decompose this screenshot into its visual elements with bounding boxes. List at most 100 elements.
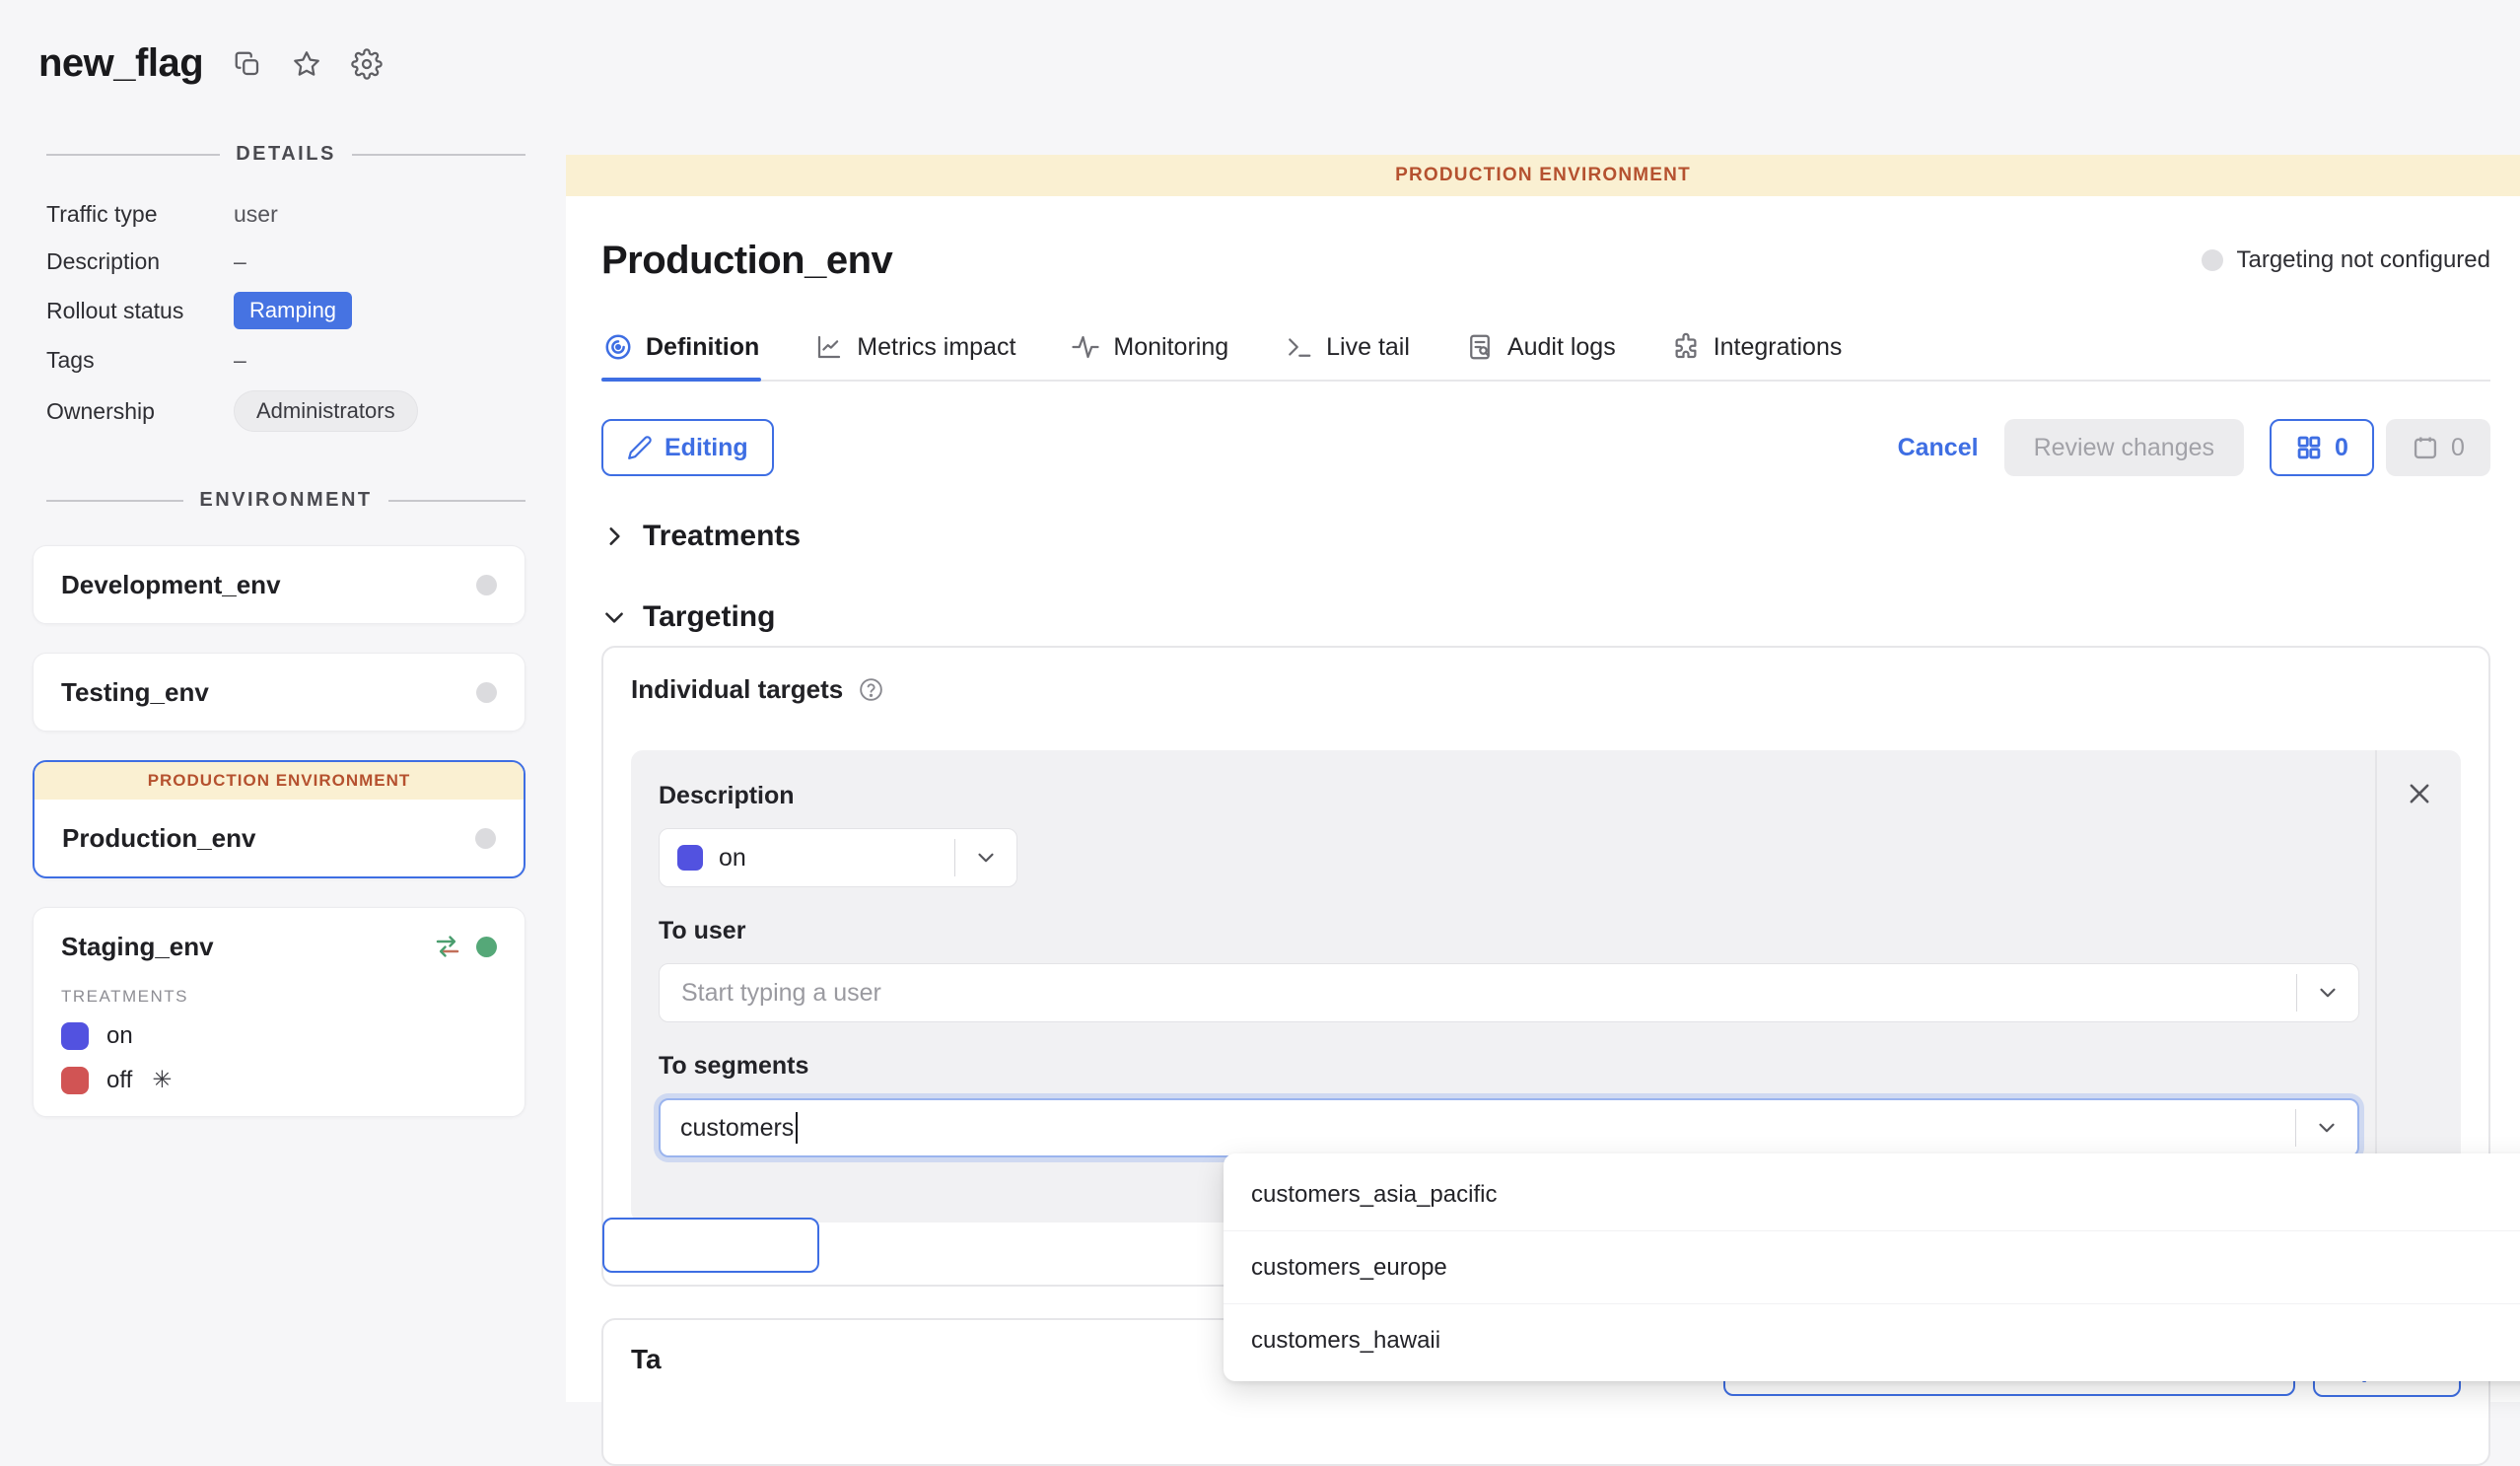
star-icon[interactable] xyxy=(292,49,321,79)
text-caret xyxy=(796,1112,798,1144)
tab-label: Metrics impact xyxy=(857,333,1015,362)
tab-label: Monitoring xyxy=(1113,333,1228,362)
schedule-counter-button[interactable]: 0 xyxy=(2386,419,2490,476)
puzzle-icon xyxy=(1671,332,1701,362)
env-name: Testing_env xyxy=(61,677,476,708)
chart-icon xyxy=(814,332,844,362)
segment-name: customers_asia_pacific xyxy=(1251,1181,2520,1209)
help-icon[interactable] xyxy=(858,676,884,703)
environment-heading-label: ENVIRONMENT xyxy=(199,489,372,512)
detail-label: Description xyxy=(46,248,234,275)
targeting-rules-heading: Ta xyxy=(631,1344,662,1375)
flag-name: new_flag xyxy=(38,41,203,86)
pulse-icon xyxy=(1071,332,1100,362)
segment-name: customers_hawaii xyxy=(1251,1327,2520,1355)
details-heading-label: DETAILS xyxy=(236,143,336,166)
detail-label: Traffic type xyxy=(46,201,234,228)
segment-option-europe[interactable]: customers_europe Large xyxy=(1224,1230,2520,1303)
detail-value: – xyxy=(234,248,246,275)
env-status-dot-active xyxy=(476,937,497,957)
detail-row-description: Description – xyxy=(46,244,525,278)
tab-metrics-impact[interactable]: Metrics impact xyxy=(812,330,1017,380)
to-user-field xyxy=(659,963,2359,1022)
segment-option-asia-pacific[interactable]: customers_asia_pacific Large xyxy=(1224,1158,2520,1230)
terminal-icon xyxy=(1284,332,1313,362)
gear-icon[interactable] xyxy=(351,48,383,80)
chevron-right-icon xyxy=(601,524,627,549)
add-individual-target-button[interactable] xyxy=(602,1218,819,1273)
env-card-development[interactable]: Development_env xyxy=(33,545,525,624)
details-rows: Traffic type user Description – Rollout … xyxy=(46,197,525,432)
treatment-on-swatch xyxy=(61,1022,89,1050)
changes-counter-button[interactable]: 0 xyxy=(2270,419,2374,476)
calendar-icon xyxy=(2412,434,2439,461)
env-status-dot xyxy=(476,575,497,595)
close-icon[interactable] xyxy=(2402,776,2437,811)
card-divider xyxy=(2375,750,2377,1222)
details-heading: DETAILS xyxy=(46,143,525,166)
tab-definition[interactable]: Definition xyxy=(601,330,761,380)
tab-label: Definition xyxy=(646,333,759,362)
segments-query-text: customers xyxy=(680,1114,794,1143)
segments-autocomplete-dropdown: customers_asia_pacific Large customers_e… xyxy=(1224,1153,2520,1381)
treatment-on-row: on xyxy=(61,1022,497,1050)
treatments-section-title: Treatments xyxy=(643,520,801,553)
tab-audit-logs[interactable]: Audit logs xyxy=(1463,330,1618,380)
cancel-button[interactable]: Cancel xyxy=(1898,434,1979,462)
changes-count: 0 xyxy=(2335,434,2348,462)
segment-name: customers_europe xyxy=(1251,1254,2520,1282)
env-card-testing[interactable]: Testing_env xyxy=(33,653,525,732)
environment-list: Development_env Testing_env PRODUCTION E… xyxy=(33,545,525,1117)
env-card-production[interactable]: PRODUCTION ENVIRONMENT Production_env xyxy=(33,760,525,878)
production-environment-banner: PRODUCTION ENVIRONMENT xyxy=(35,762,524,800)
tab-label: Audit logs xyxy=(1507,333,1616,362)
pencil-icon xyxy=(627,435,653,460)
targeting-section-header[interactable]: Targeting xyxy=(601,600,2490,634)
to-segments-field[interactable]: customers xyxy=(659,1098,2359,1157)
copy-icon[interactable] xyxy=(233,49,262,79)
user-input[interactable] xyxy=(679,978,2296,1009)
tab-integrations[interactable]: Integrations xyxy=(1669,330,1845,380)
tab-label: Integrations xyxy=(1714,333,1843,362)
targeting-section-title: Targeting xyxy=(643,600,775,634)
chevron-down-icon xyxy=(955,845,1016,871)
tab-label: Live tail xyxy=(1326,333,1410,362)
editing-label: Editing xyxy=(665,434,748,462)
detail-row-tags: Tags – xyxy=(46,343,525,377)
individual-targets-title: Individual targets xyxy=(631,674,843,705)
treatment-off-label: off xyxy=(106,1067,132,1094)
flag-header: new_flag xyxy=(0,0,548,86)
chevron-down-icon[interactable] xyxy=(2296,1115,2357,1141)
production-banner: PRODUCTION ENVIRONMENT xyxy=(566,155,2520,196)
detail-value: – xyxy=(234,347,246,374)
chevron-down-icon[interactable] xyxy=(2297,980,2358,1006)
tab-monitoring[interactable]: Monitoring xyxy=(1069,330,1230,380)
segment-option-hawaii[interactable]: customers_hawaii Standard xyxy=(1224,1303,2520,1376)
segments-input[interactable]: customers xyxy=(680,1112,2295,1144)
ownership-pill[interactable]: Administrators xyxy=(234,390,418,432)
detail-row-ownership: Ownership Administrators xyxy=(46,390,525,432)
detail-label: Ownership xyxy=(46,398,234,425)
treatment-select[interactable]: on xyxy=(659,828,1017,887)
status-text: Targeting not configured xyxy=(2236,246,2490,274)
tab-bar: Definition Metrics impact Monitoring Liv… xyxy=(601,330,2490,382)
env-title: Production_env xyxy=(601,239,2202,283)
treatments-section-header[interactable]: Treatments xyxy=(601,520,2490,553)
env-status-dot xyxy=(476,682,497,703)
treatment-select-value: on xyxy=(719,844,954,873)
detail-value: user xyxy=(234,201,278,228)
chevron-down-icon xyxy=(601,604,627,630)
default-treatment-icon: ✳ xyxy=(152,1066,172,1094)
schedule-count: 0 xyxy=(2451,434,2465,462)
definition-target-icon xyxy=(603,332,633,362)
detail-label: Rollout status xyxy=(46,298,234,324)
sync-arrows-icon xyxy=(433,932,462,961)
editing-button[interactable]: Editing xyxy=(601,419,774,476)
tab-live-tail[interactable]: Live tail xyxy=(1282,330,1412,380)
edit-toolbar: Editing Cancel Review changes 0 0 xyxy=(601,419,2490,476)
env-name: Development_env xyxy=(61,570,476,600)
detail-row-traffic-type: Traffic type user xyxy=(46,197,525,231)
targeting-status: Targeting not configured xyxy=(2202,246,2490,274)
env-card-staging[interactable]: Staging_env TREATMENTS on off ✳ xyxy=(33,907,525,1117)
review-changes-button[interactable]: Review changes xyxy=(2004,419,2244,476)
